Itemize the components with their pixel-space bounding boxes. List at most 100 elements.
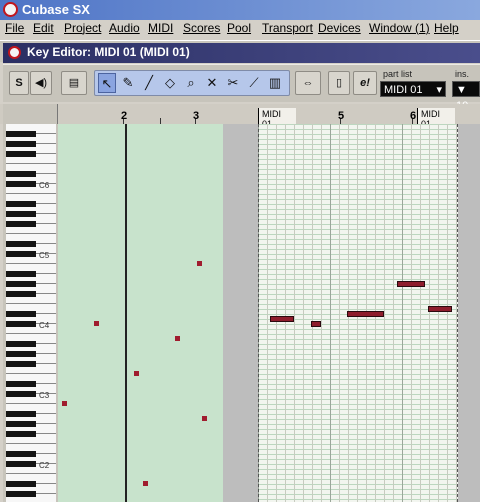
autoscroll-button[interactable]: ⇔: [295, 71, 321, 95]
black-key[interactable]: [6, 131, 36, 137]
black-key[interactable]: [6, 461, 36, 467]
mute-tool-icon[interactable]: ✕: [203, 73, 221, 93]
midi-note[interactable]: [347, 311, 384, 317]
grid-row-line: [258, 189, 458, 190]
note-grid[interactable]: [58, 124, 480, 502]
black-key[interactable]: [6, 281, 36, 287]
snap-button[interactable]: ▯: [328, 71, 350, 95]
grid-row-line: [258, 479, 458, 480]
midi-note[interactable]: [270, 316, 294, 322]
note-dot[interactable]: [94, 321, 99, 326]
black-key[interactable]: [6, 171, 36, 177]
black-key[interactable]: [6, 391, 36, 397]
menu-transport[interactable]: Transport: [262, 21, 313, 35]
speaker-button[interactable]: ◀): [30, 71, 52, 95]
grid-row-line: [258, 224, 458, 225]
octave-label: C5: [39, 251, 50, 260]
grid-row-line: [258, 339, 458, 340]
grid-row-line: [258, 439, 458, 440]
black-key[interactable]: [6, 251, 36, 257]
note-dot[interactable]: [202, 416, 207, 421]
ruler-bar-number: 2: [121, 110, 128, 122]
insert-velocity-field[interactable]: ▼ 10: [452, 81, 480, 112]
black-key[interactable]: [6, 291, 36, 297]
line-tool-icon[interactable]: ╱: [140, 73, 158, 93]
grid-row-line: [258, 209, 458, 210]
black-key[interactable]: [6, 151, 36, 157]
black-key[interactable]: [6, 421, 36, 427]
part-list-value: MIDI 01: [384, 84, 423, 96]
speaker-icon: ◀): [34, 77, 48, 89]
grid-beat-line: [321, 124, 322, 502]
menu-bar: File Edit Project Audio MIDI Scores Pool…: [0, 20, 480, 38]
grid-beat-line: [339, 124, 340, 502]
black-key[interactable]: [6, 321, 36, 327]
glue-tool-icon[interactable]: ⟋: [245, 73, 263, 93]
grid-row-line: [258, 434, 458, 435]
ruler-corner: [3, 104, 58, 124]
menu-file[interactable]: File: [5, 21, 24, 35]
midi-note[interactable]: [397, 281, 425, 287]
black-key[interactable]: [6, 381, 36, 387]
note-dot[interactable]: [134, 371, 139, 376]
menu-window[interactable]: Window (1): [369, 21, 430, 35]
black-key[interactable]: [6, 491, 36, 497]
menu-project[interactable]: Project: [64, 21, 101, 35]
part-end-marker[interactable]: MIDI 01: [417, 108, 455, 129]
menu-scores[interactable]: Scores: [183, 21, 220, 35]
edit-in-place-button[interactable]: e!: [353, 71, 377, 95]
menu-edit[interactable]: Edit: [33, 21, 54, 35]
black-key[interactable]: [6, 241, 36, 247]
info-line-button[interactable]: ▤: [61, 71, 87, 95]
arrow-tool-icon[interactable]: ↖: [98, 73, 116, 93]
note-dot[interactable]: [175, 336, 180, 341]
black-key[interactable]: [6, 341, 36, 347]
menu-help[interactable]: Help: [434, 21, 459, 35]
black-key[interactable]: [6, 411, 36, 417]
cubase-logo-icon: [3, 2, 18, 17]
black-key[interactable]: [6, 431, 36, 437]
eraser-tool-icon[interactable]: ◇: [161, 73, 179, 93]
black-key[interactable]: [6, 271, 36, 277]
note-dot[interactable]: [197, 261, 202, 266]
note-dot[interactable]: [62, 401, 67, 406]
black-key[interactable]: [6, 361, 36, 367]
menu-midi[interactable]: MIDI: [148, 21, 173, 35]
pencil-tool-icon[interactable]: ✎: [119, 73, 137, 93]
note-dot[interactable]: [143, 481, 148, 486]
midi-note[interactable]: [428, 306, 452, 312]
midi-note[interactable]: [311, 321, 321, 327]
black-key[interactable]: [6, 311, 36, 317]
grid-beat-line: [402, 124, 403, 502]
grid-beat-line: [267, 124, 268, 502]
grid-row-line: [258, 499, 458, 500]
piano-icon[interactable]: ▥: [266, 73, 284, 93]
black-key[interactable]: [6, 221, 36, 227]
ruler[interactable]: 2 3 5 6 MIDI 01 MIDI 01: [0, 104, 480, 129]
black-key[interactable]: [6, 481, 36, 487]
black-key[interactable]: [6, 181, 36, 187]
part-list-select[interactable]: MIDI 01 ▾: [380, 81, 446, 97]
black-key[interactable]: [6, 141, 36, 147]
black-key[interactable]: [6, 201, 36, 207]
grid-row-line: [258, 149, 458, 150]
grid-row-line: [258, 374, 458, 375]
grid-row-line: [258, 489, 458, 490]
piano-keyboard[interactable]: C6 C5 C4 C3 C2: [3, 124, 58, 502]
menu-audio[interactable]: Audio: [109, 21, 140, 35]
split-tool-icon[interactable]: ✂: [224, 73, 242, 93]
menu-pool[interactable]: Pool: [227, 21, 251, 35]
black-key[interactable]: [6, 451, 36, 457]
menu-devices[interactable]: Devices: [318, 21, 361, 35]
grid-row-line: [258, 384, 458, 385]
zoom-tool-icon[interactable]: ⌕: [182, 73, 200, 93]
grid-beat-line: [420, 124, 421, 502]
solo-button[interactable]: S: [9, 71, 29, 95]
playback-cursor[interactable]: [125, 124, 127, 502]
info-icon: ▤: [68, 77, 80, 89]
grid-row-line: [258, 284, 458, 285]
grid-row-line: [258, 279, 458, 280]
part-start-marker[interactable]: MIDI 01: [258, 108, 296, 129]
black-key[interactable]: [6, 351, 36, 357]
black-key[interactable]: [6, 211, 36, 217]
